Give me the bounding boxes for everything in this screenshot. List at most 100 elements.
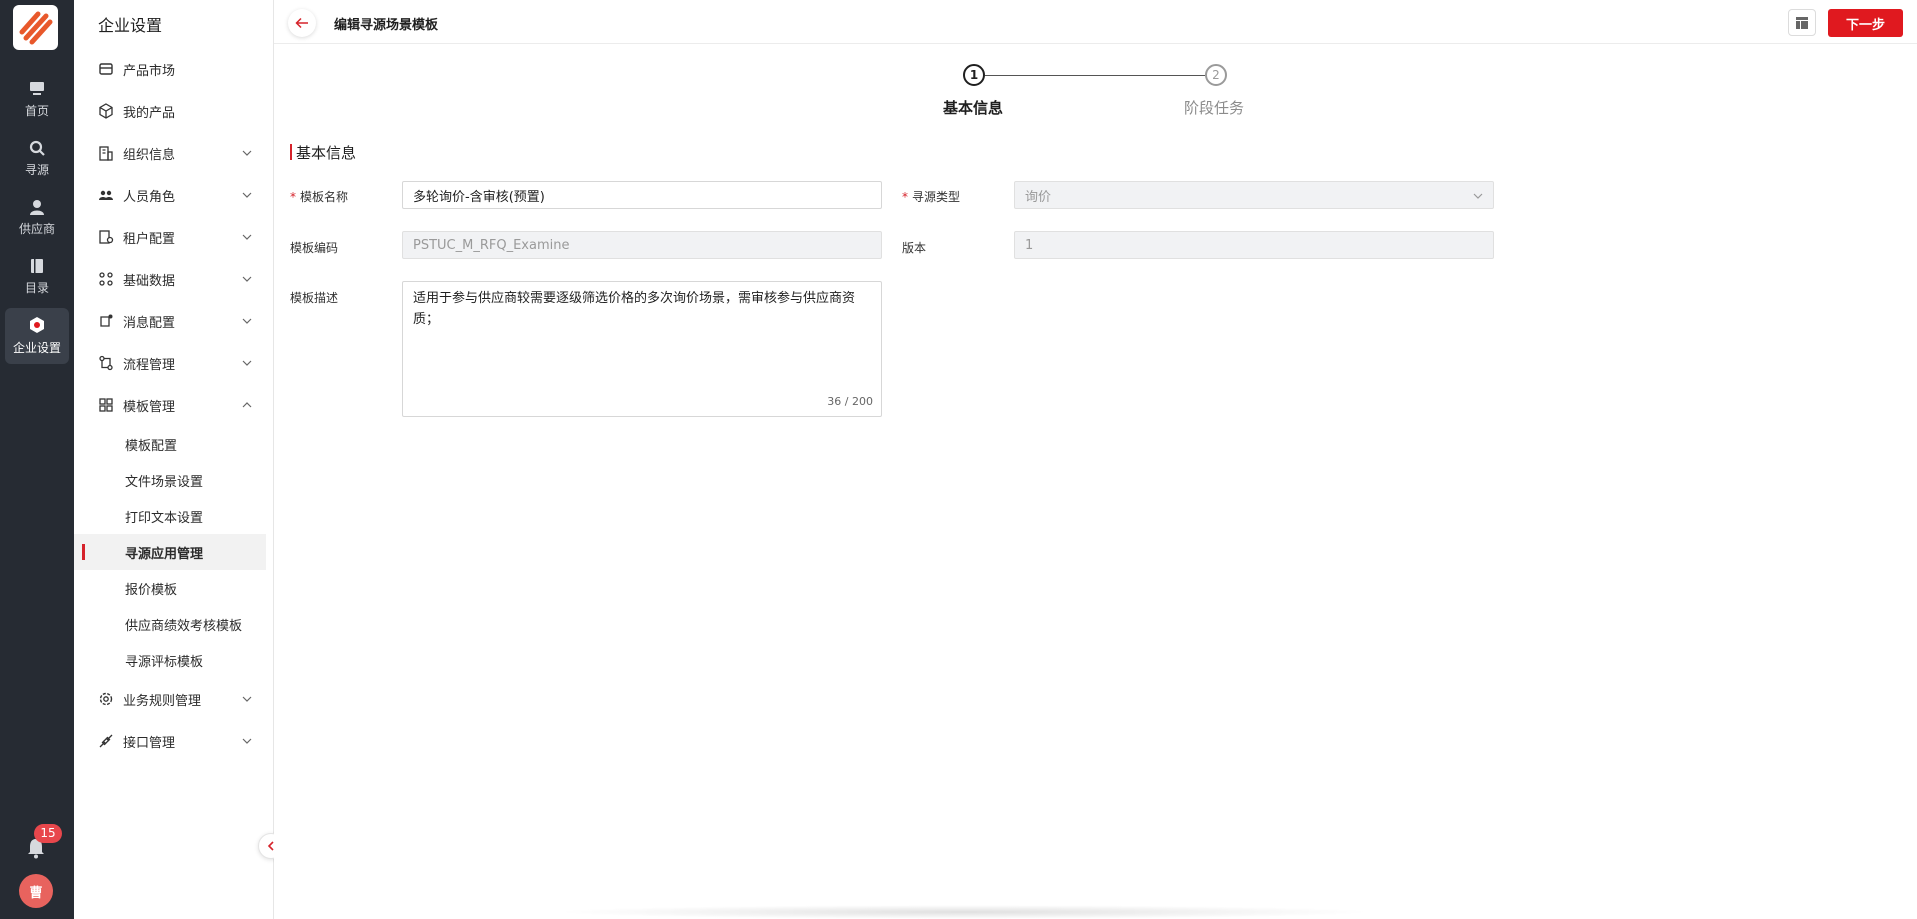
sidebar-item-product-market[interactable]: 产品市场	[74, 48, 274, 90]
sidebar-item-label: 租户配置	[123, 231, 176, 247]
step-2-label: 阶段任务	[1184, 99, 1245, 117]
sidebar-item-my-products[interactable]: 我的产品	[74, 90, 274, 132]
rail-item-catalog[interactable]: 目录	[5, 249, 69, 305]
chevron-down-icon	[242, 318, 252, 324]
sidebar-item-label: 业务规则管理	[123, 693, 202, 709]
sidebar-item-label: 我的产品	[123, 105, 176, 121]
required-mark: *	[902, 190, 908, 204]
avatar[interactable]: 曹	[19, 874, 53, 908]
sidebar-subitem-label: 模板配置	[125, 438, 178, 454]
tenant-icon	[98, 229, 114, 245]
sourcing-type-select[interactable]: 询价	[1014, 181, 1494, 209]
template-name-input[interactable]: 多轮询价-含审核(预置)	[402, 181, 882, 209]
version-label: 版本	[902, 241, 927, 255]
book-icon	[31, 259, 43, 273]
sourcing-type-label: * 寻源类型	[902, 190, 961, 204]
sidebar-subitem-sourcing-app[interactable]: 寻源应用管理	[74, 534, 266, 570]
chevron-down-icon	[242, 150, 252, 156]
chevron-down-icon	[242, 276, 252, 282]
sourcing-type-value: 询价	[1025, 189, 1052, 205]
step-1-label: 基本信息	[943, 99, 1004, 117]
sidebar-item-interface-management[interactable]: 接口管理	[74, 720, 274, 762]
app-rail: 首页 寻源 供应商 目录 企业设置 15 曹	[0, 0, 74, 919]
step-connector	[985, 75, 1205, 76]
avatar-text: 曹	[29, 885, 43, 901]
sidebar-subitem-bid-evaluation[interactable]: 寻源评标模板	[74, 642, 274, 678]
char-counter: 36 / 200	[827, 395, 873, 408]
step-1-indicator[interactable]: 1	[963, 64, 985, 86]
template-code-input[interactable]: PSTUC_M_RFQ_Examine	[402, 231, 882, 259]
version-input[interactable]: 1	[1014, 231, 1494, 259]
sidebar-item-flow-management[interactable]: 流程管理	[74, 342, 274, 384]
rail-item-supplier[interactable]: 供应商	[5, 190, 69, 246]
sidebar-item-label: 组织信息	[123, 147, 176, 163]
monitor-icon	[30, 82, 44, 95]
arrow-left-icon	[295, 17, 308, 29]
back-button[interactable]	[288, 9, 316, 37]
sidebar-menu: 产品市场 我的产品 组织信息 人员角色 租户配置 基础数据 消息配置 流程管理 …	[74, 48, 274, 762]
version-value: 1	[1025, 237, 1034, 253]
template-code-value: PSTUC_M_RFQ_Examine	[413, 237, 570, 253]
sidebar-item-tenant-config[interactable]: 租户配置	[74, 216, 274, 258]
chevron-down-icon	[242, 234, 252, 240]
chevron-down-icon	[242, 192, 252, 198]
plug-icon	[98, 733, 114, 749]
section-title: 基本信息	[290, 142, 356, 163]
sidebar-item-people-roles[interactable]: 人员角色	[74, 174, 274, 216]
layout-toggle-button[interactable]	[1788, 9, 1816, 36]
step-2-indicator[interactable]: 2	[1205, 64, 1227, 86]
chevron-down-icon	[1473, 193, 1483, 199]
description-label: 模板描述	[290, 291, 339, 305]
sidebar-subitem-supplier-kpi[interactable]: 供应商绩效考核模板	[74, 606, 274, 642]
app-logo[interactable]	[13, 5, 58, 50]
main-content: 编辑寻源场景模板 下一步 1 2 基本信息 阶段任务 基本信息 * 模板名称 多轮…	[274, 0, 1917, 919]
sidebar-title: 企业设置	[98, 16, 163, 35]
gear-icon	[98, 691, 114, 707]
sidebar-item-label: 基础数据	[123, 273, 176, 289]
rail-item-label: 首页	[24, 104, 49, 118]
settings-hex-icon	[30, 317, 44, 333]
description-textarea[interactable]: 适用于参与供应商较需要逐级筛选价格的多次询价场景，需审核参与供应商资质； 36 …	[402, 281, 882, 417]
sidebar-item-label: 流程管理	[123, 357, 176, 373]
next-step-button[interactable]: 下一步	[1828, 9, 1903, 37]
sidebar: 企业设置 产品市场 我的产品 组织信息 人员角色 租户配置 基础数据 消息配置 …	[74, 0, 274, 919]
sidebar-item-org-info[interactable]: 组织信息	[74, 132, 274, 174]
data-icon	[98, 271, 114, 287]
chevron-down-icon	[242, 360, 252, 366]
message-icon	[98, 313, 114, 329]
sidebar-item-template-management[interactable]: 模板管理	[74, 384, 274, 426]
rail-item-enterprise-settings[interactable]: 企业设置	[5, 308, 69, 364]
rail-item-label: 目录	[24, 281, 49, 295]
notification-badge: 15	[34, 824, 62, 843]
sidebar-item-business-rules[interactable]: 业务规则管理	[74, 678, 274, 720]
bottom-shadow	[554, 905, 1374, 919]
sidebar-subitem-print-text[interactable]: 打印文本设置	[74, 498, 274, 534]
template-code-label: 模板编码	[290, 241, 339, 255]
rail-item-label: 企业设置	[12, 341, 61, 355]
sidebar-item-message-config[interactable]: 消息配置	[74, 300, 274, 342]
chevron-down-icon	[242, 738, 252, 744]
flow-icon	[98, 355, 114, 371]
sidebar-subitem-label: 寻源评标模板	[125, 654, 204, 670]
sidebar-item-label: 消息配置	[123, 315, 176, 331]
rail-item-sourcing[interactable]: 寻源	[5, 131, 69, 187]
box-icon	[98, 103, 114, 119]
sidebar-item-label: 接口管理	[123, 735, 176, 751]
rail-item-home[interactable]: 首页	[5, 72, 69, 128]
search-icon	[29, 140, 45, 156]
sidebar-subitem-template-config[interactable]: 模板配置	[74, 426, 274, 462]
top-bar: 编辑寻源场景模板 下一步	[274, 0, 1917, 44]
sidebar-item-label: 产品市场	[123, 63, 176, 79]
sidebar-item-basic-data[interactable]: 基础数据	[74, 258, 274, 300]
sidebar-subitem-label: 文件场景设置	[125, 474, 204, 490]
building-icon	[98, 145, 114, 161]
sidebar-subitem-file-scene[interactable]: 文件场景设置	[74, 462, 274, 498]
rail-item-label: 寻源	[24, 163, 49, 177]
rail-item-label: 供应商	[18, 222, 55, 236]
chevron-up-icon	[242, 402, 252, 408]
user-icon	[30, 200, 44, 215]
sidebar-subitem-quote-template[interactable]: 报价模板	[74, 570, 274, 606]
store-icon	[98, 61, 114, 77]
description-value: 适用于参与供应商较需要逐级筛选价格的多次询价场景，需审核参与供应商资质；	[413, 291, 856, 327]
sidebar-subitem-label: 寻源应用管理	[125, 546, 204, 562]
